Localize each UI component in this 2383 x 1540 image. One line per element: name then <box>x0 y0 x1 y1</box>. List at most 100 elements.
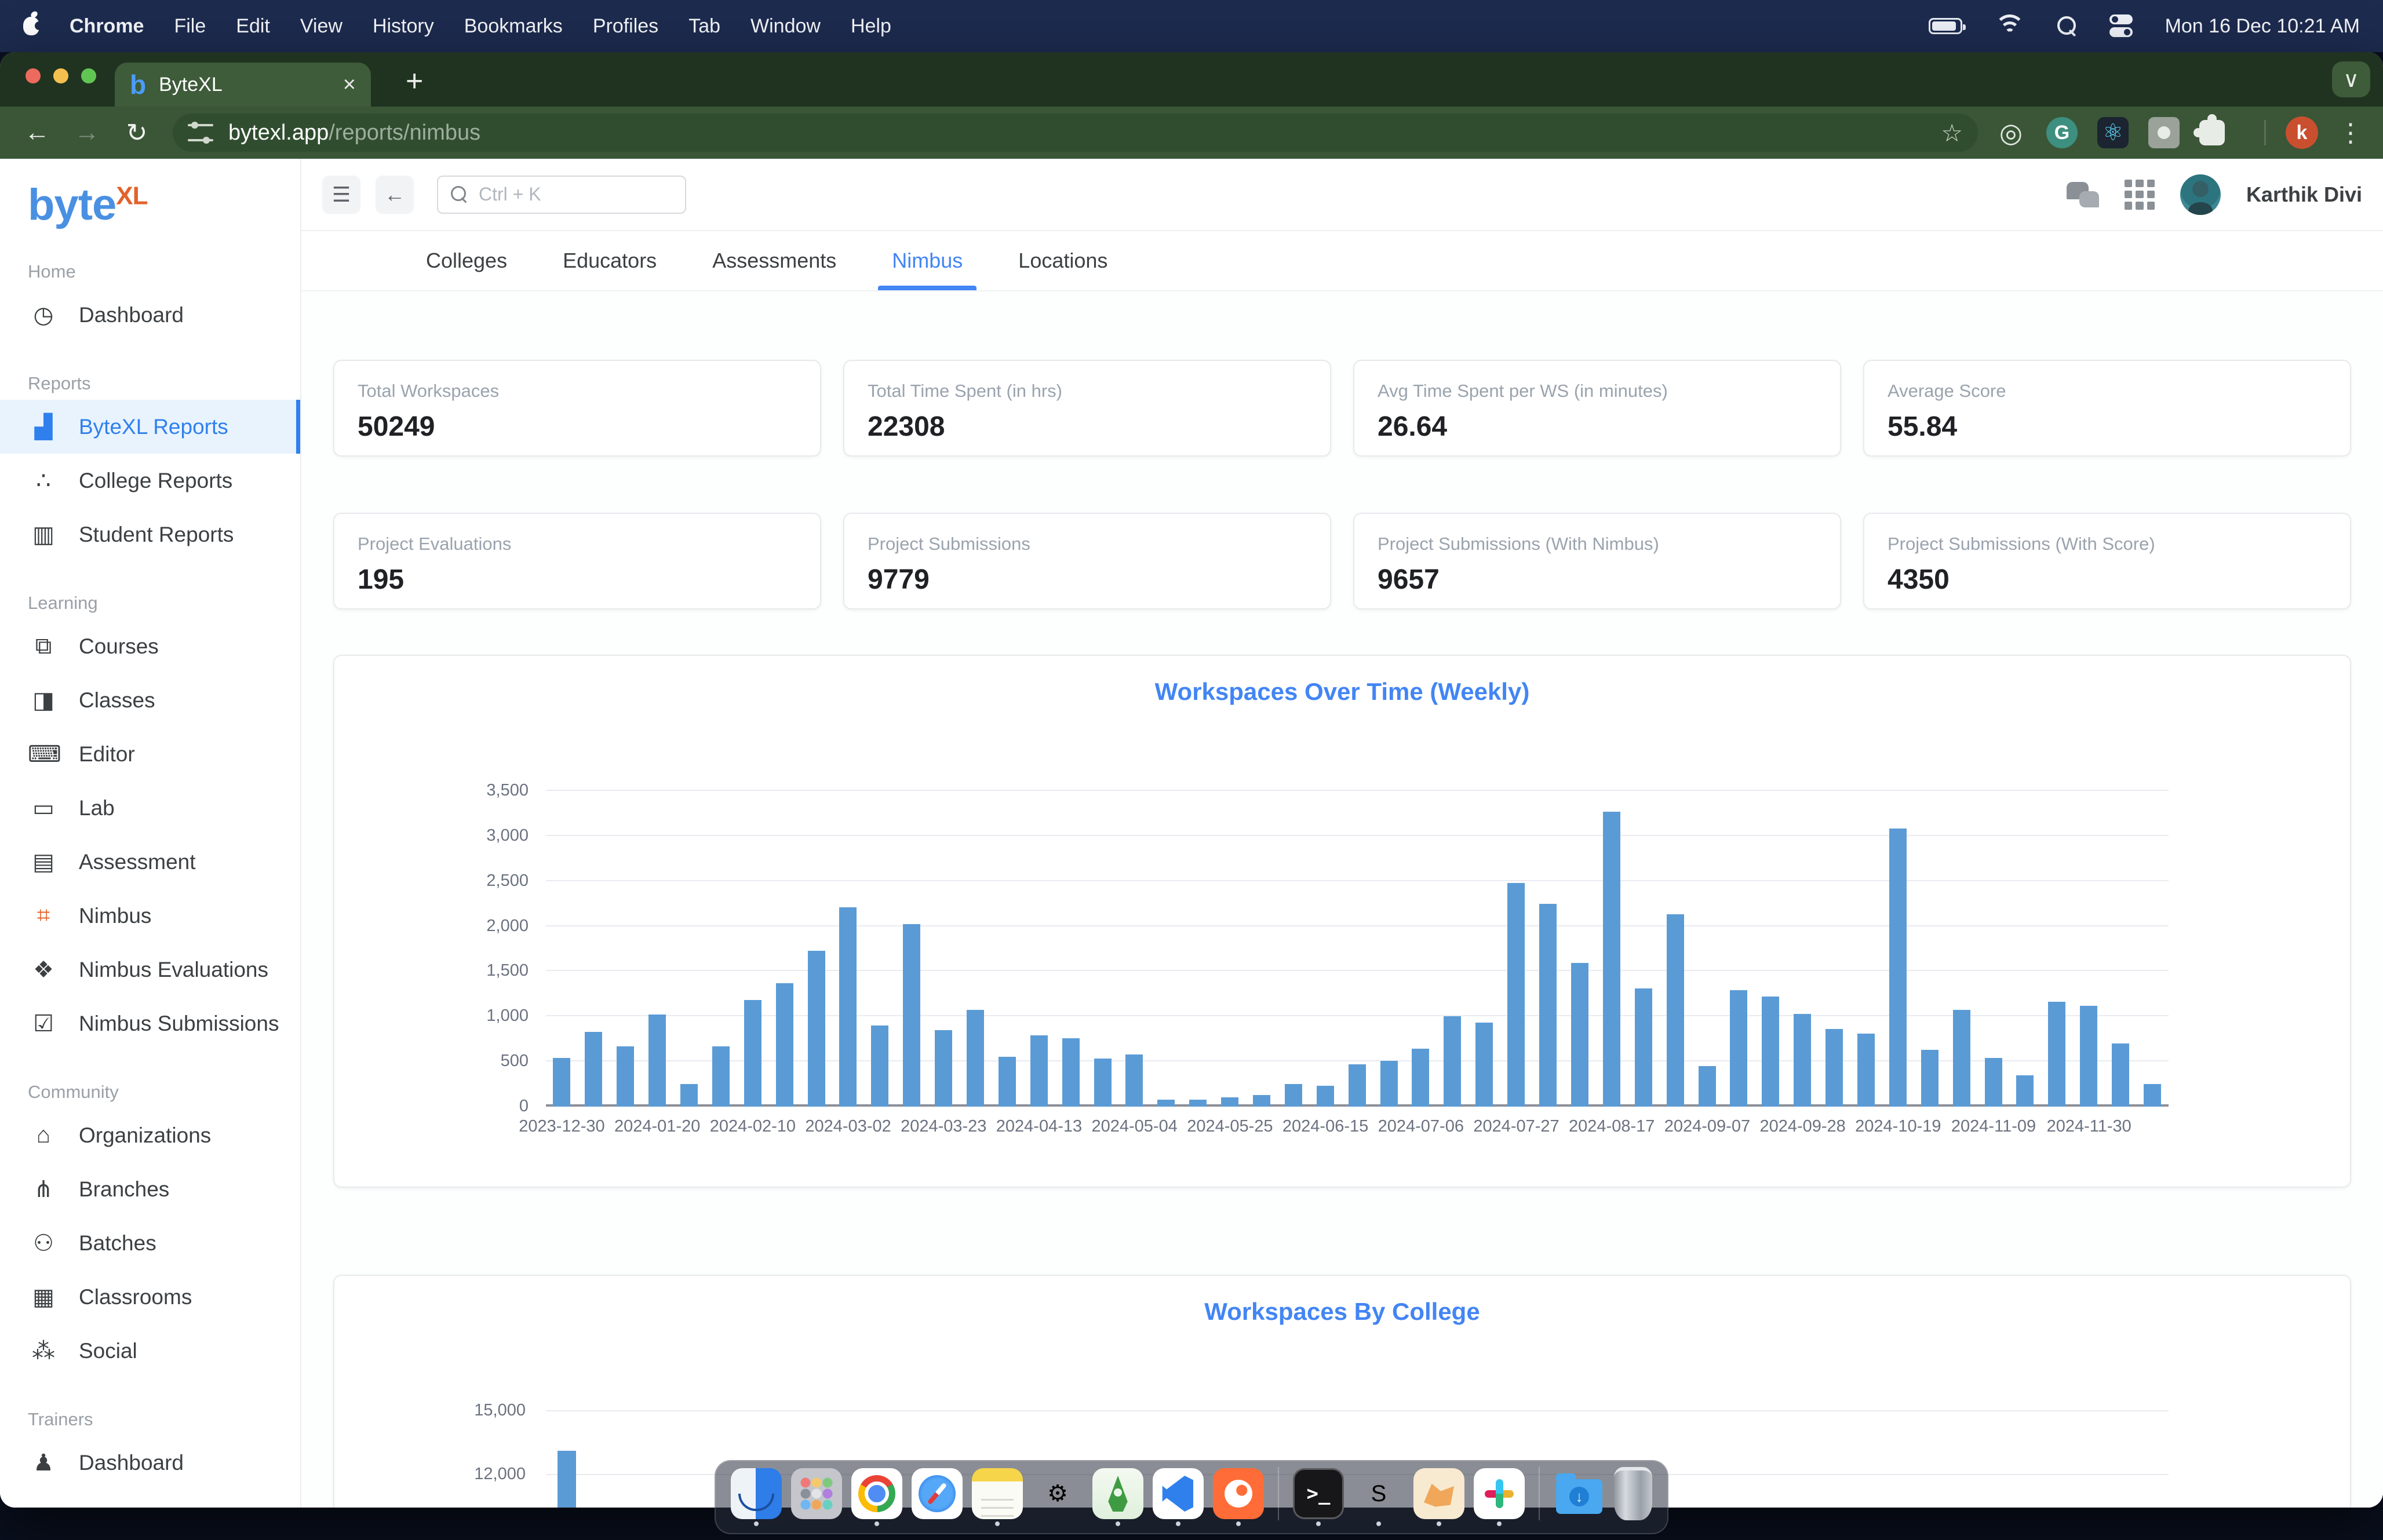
orbit-extension-icon[interactable]: ◎ <box>1995 117 2027 148</box>
bar-week-24[interactable] <box>1317 1086 1334 1107</box>
bar-week-22[interactable] <box>1253 1095 1270 1107</box>
menubar-item-help[interactable]: Help <box>851 15 891 37</box>
bar-week-8[interactable] <box>808 951 825 1107</box>
address-bar[interactable]: bytexl.app/reports/nimbus ☆ <box>173 114 1978 152</box>
sidebar-item-branches[interactable]: ⋔Branches <box>0 1162 300 1216</box>
dock-app-pgadmin[interactable] <box>1413 1468 1464 1526</box>
bar-week-6[interactable] <box>744 1000 761 1107</box>
sidebar-toggle-button[interactable]: ☰ <box>322 176 360 214</box>
bytexl-logo[interactable]: byteXL <box>0 180 300 230</box>
terminal-icon[interactable]: >_ <box>1293 1468 1344 1519</box>
bar-week-4[interactable] <box>680 1084 698 1107</box>
bar-week-38[interactable] <box>1762 997 1779 1107</box>
bar-week-0[interactable] <box>553 1058 570 1107</box>
bar-week-13[interactable] <box>967 1010 984 1107</box>
apps-grid-icon[interactable] <box>2125 180 2155 210</box>
postman-icon[interactable] <box>1213 1468 1264 1519</box>
downloads-icon[interactable] <box>1554 1468 1605 1519</box>
dock-app-rocket[interactable] <box>1092 1468 1143 1526</box>
dock-app-launchpad[interactable] <box>791 1468 842 1526</box>
screenshot-extension-icon[interactable] <box>2148 117 2180 148</box>
menubar-item-edit[interactable]: Edit <box>236 15 270 37</box>
bar-week-30[interactable] <box>1507 883 1525 1107</box>
bar-week-47[interactable] <box>2048 1002 2065 1107</box>
dock-app-slack[interactable] <box>1474 1468 1525 1526</box>
bar-week-12[interactable] <box>935 1030 952 1107</box>
sidebar-item-bytexl-reports[interactable]: ▟ByteXL Reports <box>0 400 300 454</box>
spotlight-search-icon[interactable] <box>2057 16 2077 36</box>
wifi-icon[interactable] <box>1995 14 2025 38</box>
bar-week-43[interactable] <box>1921 1050 1939 1107</box>
close-window-button[interactable] <box>25 68 41 83</box>
site-settings-icon[interactable] <box>188 124 213 141</box>
bar-week-44[interactable] <box>1953 1010 1970 1107</box>
header-back-button[interactable]: ← <box>376 176 414 214</box>
sidebar-item-courses[interactable]: ⧉Courses <box>0 619 300 673</box>
bar-week-9[interactable] <box>839 907 857 1107</box>
sidebar-item-college-reports[interactable]: ∴College Reports <box>0 454 300 508</box>
bar-week-45[interactable] <box>1985 1058 2002 1107</box>
menubar-app-name[interactable]: Chrome <box>70 15 144 38</box>
bar-week-32[interactable] <box>1571 963 1588 1107</box>
bar-week-7[interactable] <box>776 983 793 1107</box>
tab-nimbus[interactable]: Nimbus <box>892 231 963 290</box>
tab-locations[interactable]: Locations <box>1018 231 1107 290</box>
pgadmin-icon[interactable] <box>1413 1468 1464 1519</box>
dock-app-terminal[interactable]: >_ <box>1293 1468 1344 1526</box>
dock-app-notes[interactable] <box>972 1468 1023 1526</box>
bar-week-26[interactable] <box>1380 1061 1398 1107</box>
browser-menu-icon[interactable]: ⋮ <box>2338 118 2363 148</box>
sidebar-item-schedule[interactable]: ⊞Schedule <box>0 1490 300 1508</box>
bar-week-23[interactable] <box>1285 1084 1302 1107</box>
bar-week-40[interactable] <box>1825 1029 1843 1107</box>
battery-icon[interactable] <box>1929 18 1962 34</box>
sidebar-item-student-reports[interactable]: ▥Student Reports <box>0 508 300 561</box>
dock-app-safari[interactable] <box>912 1468 963 1526</box>
browser-profile-avatar[interactable]: k <box>2286 116 2318 149</box>
sidebar-item-classes[interactable]: ◨Classes <box>0 673 300 727</box>
menubar-item-window[interactable]: Window <box>750 15 821 37</box>
menubar-item-profiles[interactable]: Profiles <box>593 15 658 37</box>
bar-week-3[interactable] <box>648 1014 666 1107</box>
bar-week-36[interactable] <box>1699 1066 1716 1107</box>
global-search-input[interactable]: Ctrl + K <box>437 176 686 214</box>
bar-week-20[interactable] <box>1189 1100 1207 1107</box>
bar-week-17[interactable] <box>1094 1059 1112 1107</box>
menubar-item-view[interactable]: View <box>300 15 342 37</box>
sidebar-item-batches[interactable]: ⚇Batches <box>0 1216 300 1270</box>
slack-icon[interactable] <box>1474 1468 1525 1519</box>
menubar-item-file[interactable]: File <box>174 15 206 37</box>
tab-close-icon[interactable]: × <box>343 72 356 97</box>
bar-week-14[interactable] <box>999 1057 1016 1107</box>
bar-week-49[interactable] <box>2112 1043 2129 1107</box>
grammarly-extension-icon[interactable]: G <box>2046 117 2078 148</box>
dock-app-trash[interactable] <box>1614 1467 1652 1527</box>
launchpad-icon[interactable] <box>791 1468 842 1519</box>
chat-icon[interactable] <box>2067 182 2099 207</box>
bar-week-11[interactable] <box>903 924 920 1107</box>
sidebar-item-lab[interactable]: ▭Lab <box>0 781 300 835</box>
dock-app-postman[interactable] <box>1213 1468 1264 1526</box>
control-center-icon[interactable] <box>2109 14 2133 38</box>
minimize-window-button[interactable] <box>53 68 68 83</box>
bar-week-33[interactable] <box>1603 812 1620 1107</box>
bookmark-star-icon[interactable]: ☆ <box>1941 119 1963 147</box>
new-tab-button[interactable]: + <box>406 64 423 98</box>
bar-week-29[interactable] <box>1475 1023 1493 1107</box>
back-button[interactable]: ← <box>15 118 59 147</box>
sidebar-item-dashboard[interactable]: ◷Dashboard <box>0 288 300 342</box>
bar-week-46[interactable] <box>2016 1075 2034 1107</box>
menubar-item-bookmarks[interactable]: Bookmarks <box>464 15 563 37</box>
tab-educators[interactable]: Educators <box>563 231 657 290</box>
user-avatar[interactable] <box>2180 174 2221 215</box>
dock-app-sublime-text[interactable]: S <box>1353 1468 1404 1526</box>
bar-week-39[interactable] <box>1794 1014 1811 1107</box>
bar-week-41[interactable] <box>1857 1034 1875 1107</box>
tab-colleges[interactable]: Colleges <box>426 231 507 290</box>
bar-week-25[interactable] <box>1349 1064 1366 1107</box>
dock-app-vscode[interactable] <box>1153 1468 1204 1526</box>
bar-week-15[interactable] <box>1030 1035 1048 1107</box>
browser-tab-bytexl[interactable]: b ByteXL × <box>115 63 371 107</box>
menubar-item-history[interactable]: History <box>373 15 434 37</box>
sidebar-item-dashboard[interactable]: ♟Dashboard <box>0 1436 300 1490</box>
